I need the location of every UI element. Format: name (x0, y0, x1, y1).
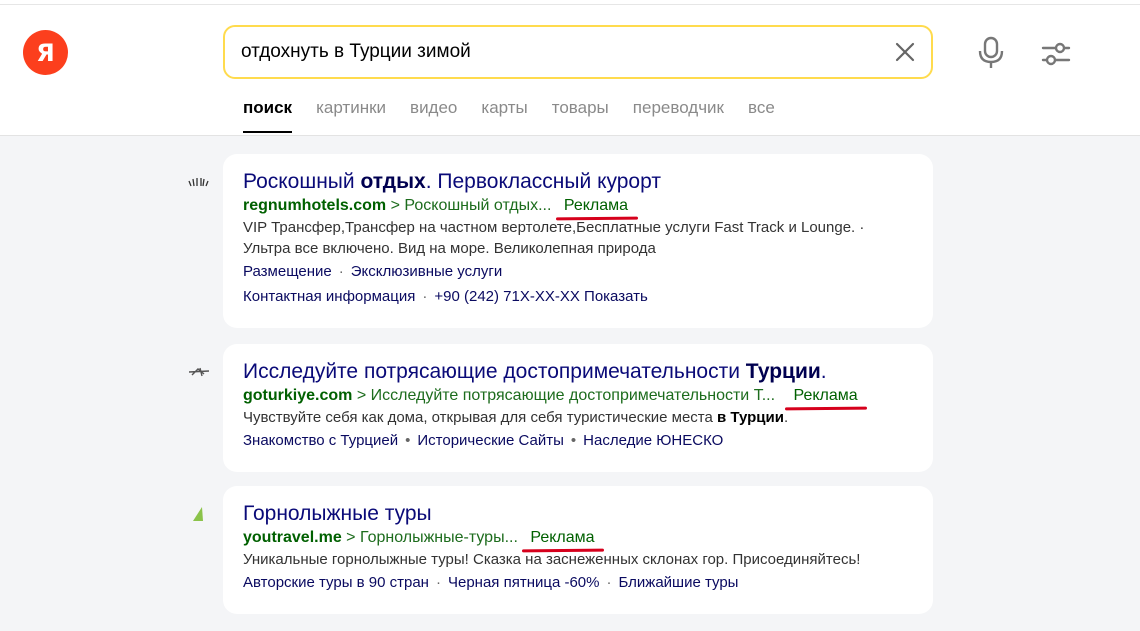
result-domain[interactable]: youtravel.me (243, 529, 342, 546)
result-description: VIP Трансфер,Трансфер на частном вертоле… (243, 217, 913, 259)
link-separator: · (435, 574, 441, 591)
search-box (223, 25, 933, 79)
link-separator: • (570, 432, 577, 449)
logo-letter: Я (36, 38, 55, 67)
description-line: Ультра все включено. Вид на море. Велико… (243, 240, 656, 257)
tab-translator[interactable]: переводчик (633, 98, 724, 122)
tab-search[interactable]: поиск (243, 98, 293, 133)
microphone-icon (978, 36, 1004, 68)
close-icon (895, 42, 915, 62)
result-title[interactable]: Исследуйте потрясающие достопримечательн… (243, 359, 913, 385)
youtravel-favicon-icon (193, 507, 203, 521)
result-description: Уникальные горнолыжные туры! Сказка на з… (243, 551, 861, 568)
result-domain[interactable]: goturkiye.com (243, 387, 352, 404)
ad-label: Реклама (555, 197, 639, 221)
sitelinks-row: Размещение · Эксклюзивные услуги (243, 259, 913, 284)
sitelinks-row: Контактная информация · +90 (242) 71X-XX-X… (243, 284, 913, 309)
tab-products[interactable]: товары (552, 98, 609, 122)
breadcrumb[interactable]: Горнолыжные-туры... (360, 529, 518, 546)
breadcrumb-separator: > (390, 197, 400, 214)
sitelink-turkey[interactable]: Знакомство с Турцией (243, 432, 398, 449)
goturkiye-favicon-icon (188, 367, 210, 377)
tab-maps[interactable]: карты (481, 98, 527, 122)
sitelink-exclusive[interactable]: Эксклюзивные услуги (351, 263, 502, 280)
results-area: Роскошный отдых. Первоклассный курорт re… (0, 136, 1140, 631)
breadcrumb-separator: > (346, 529, 356, 546)
yandex-logo[interactable]: Я (23, 30, 68, 75)
sitelink-unesco[interactable]: Наследие ЮНЕСКО (583, 432, 723, 449)
header: Я поиск картинки видео карты товары пере… (0, 5, 1140, 136)
tab-video[interactable]: видео (410, 98, 457, 122)
link-separator: · (422, 288, 428, 305)
search-input[interactable] (241, 27, 861, 77)
sitelink-tours[interactable]: Авторские туры в 90 стран (243, 574, 429, 591)
ad-label: Реклама (522, 529, 605, 553)
link-separator: • (405, 432, 411, 449)
result-url: goturkiye.com > Исследуйте потрясающие д… (243, 385, 913, 411)
search-result-2: Исследуйте потрясающие достопримечательн… (223, 344, 933, 472)
result-url: youtravel.me > Горнолыжные-туры... Рекла… (243, 527, 913, 553)
result-domain[interactable]: regnumhotels.com (243, 197, 386, 214)
sitelink-contacts[interactable]: Контактная информация (243, 288, 415, 305)
phone-link[interactable]: +90 (242) 71X-XX-XX Показать (434, 288, 647, 305)
sitelinks-row: Авторские туры в 90 стран · Черная пятница… (243, 570, 913, 595)
voice-search-button[interactable] (976, 36, 1006, 70)
regnum-favicon-icon (188, 178, 209, 187)
breadcrumb[interactable]: Исследуйте потрясающие достопримечательн… (371, 387, 775, 404)
ad-label: Реклама (785, 387, 868, 411)
result-url: regnumhotels.com > Роскошный отдых... Ре… (243, 195, 913, 221)
search-result-1: Роскошный отдых. Первоклассный курорт re… (223, 154, 933, 328)
result-title[interactable]: Роскошный отдых. Первоклассный курорт (243, 169, 913, 195)
sitelink-upcoming[interactable]: Ближайшие туры (618, 574, 738, 591)
search-tabs: поиск картинки видео карты товары перево… (243, 98, 799, 133)
clear-search-button[interactable] (893, 40, 917, 64)
sitelink-historic[interactable]: Исторические Сайты (417, 432, 564, 449)
tab-all[interactable]: все (748, 98, 775, 122)
link-separator: · (606, 574, 612, 591)
sitelinks-row: Знакомство с Турцией • Исторические Сайты •… (243, 428, 913, 453)
sitelink-black-friday[interactable]: Черная пятница -60% (448, 574, 600, 591)
sitelink-placement[interactable]: Размещение (243, 263, 332, 280)
result-title[interactable]: Горнолыжные туры (243, 501, 913, 527)
breadcrumb-separator: > (356, 387, 367, 404)
link-separator: · (338, 263, 344, 280)
search-settings-button[interactable] (1040, 41, 1072, 67)
breadcrumb[interactable]: Роскошный отдых... (404, 197, 551, 214)
tab-images[interactable]: картинки (316, 98, 386, 122)
search-result-3: Горнолыжные туры youtravel.me > Горнолыж… (223, 486, 933, 614)
filter-settings-icon (1041, 42, 1071, 66)
